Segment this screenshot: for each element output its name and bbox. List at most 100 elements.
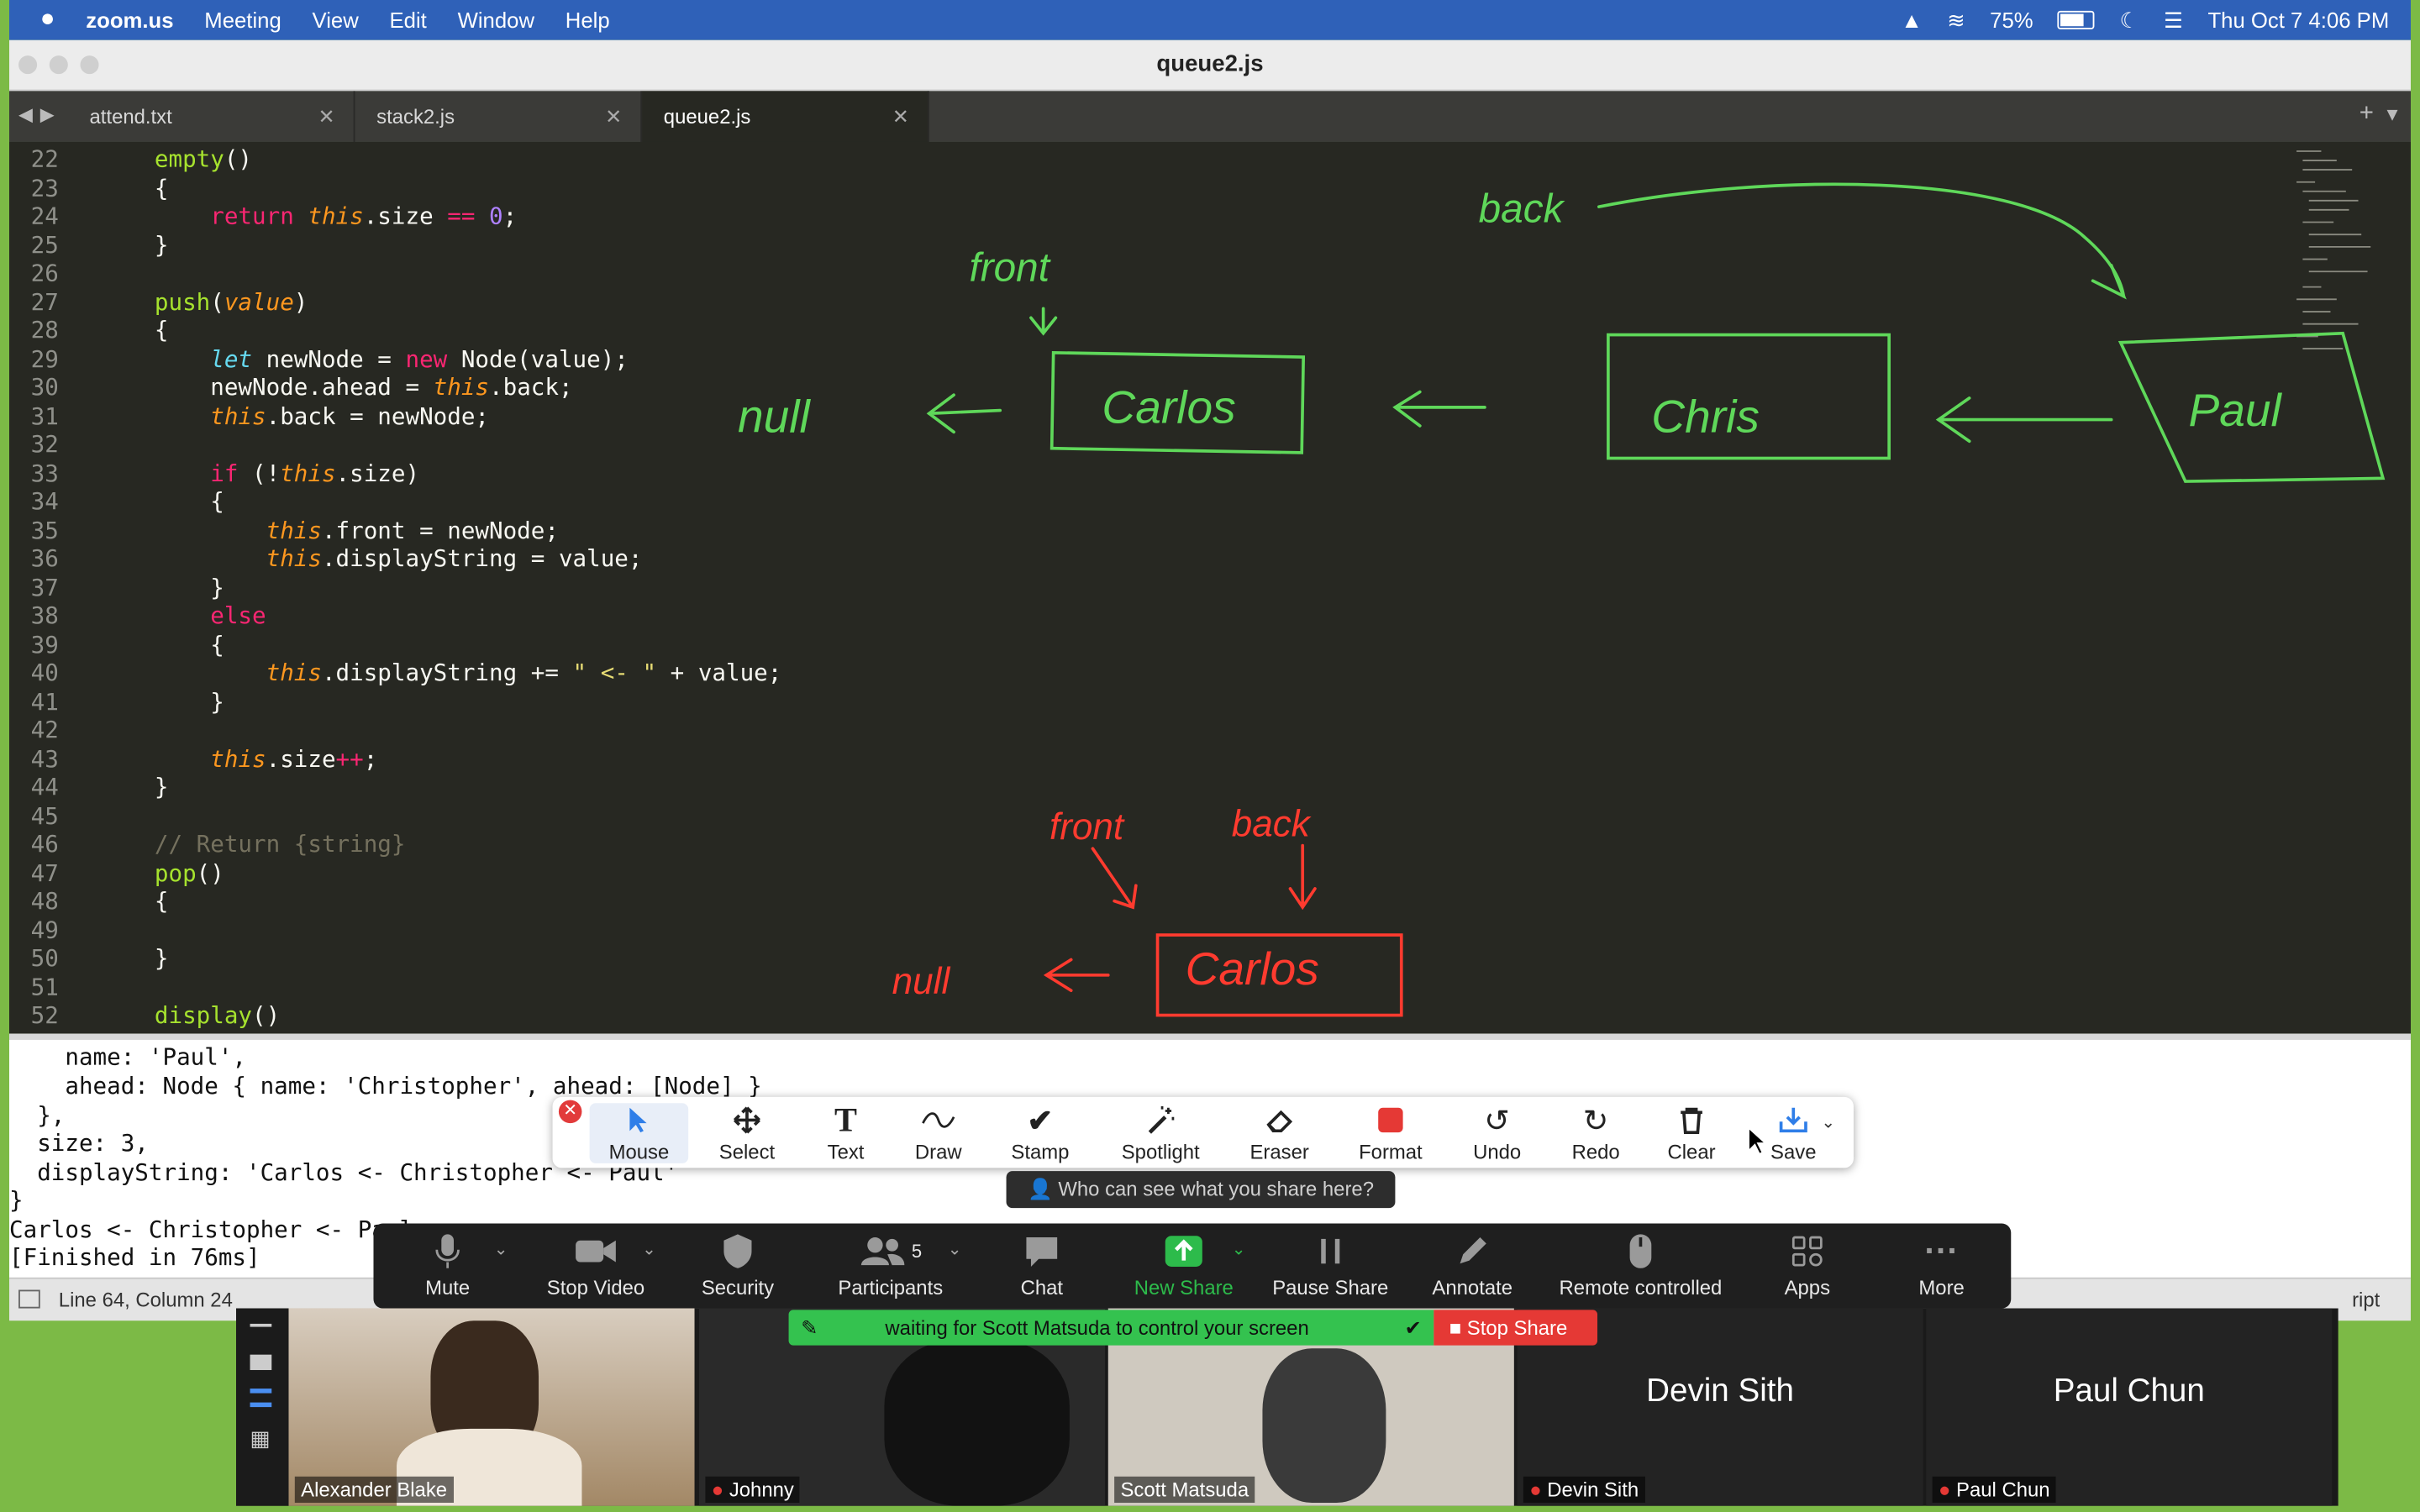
- speaker-view-icon[interactable]: [250, 1354, 272, 1371]
- mouse-cursor-icon: [1748, 1126, 1768, 1156]
- tool-label: Select: [718, 1140, 776, 1163]
- muted-icon: ●: [711, 1478, 724, 1502]
- menu-window[interactable]: Window: [458, 8, 534, 32]
- clear-tool[interactable]: Clear: [1642, 1103, 1741, 1163]
- close-annotation-icon[interactable]: ✕: [558, 1100, 582, 1124]
- select-tool[interactable]: Select: [697, 1103, 797, 1163]
- grid-view-icon[interactable]: ▦: [250, 1425, 271, 1452]
- app-menu[interactable]: zoom.us: [86, 8, 173, 32]
- participants-chevron-icon[interactable]: ⌄: [948, 1239, 962, 1259]
- participant-display-name: Devin Sith: [1646, 1373, 1794, 1409]
- console-line: name: 'Paul',: [9, 1042, 247, 1071]
- video-tile-paul-chun[interactable]: Paul Chun ● Paul Chun: [1926, 1308, 2333, 1506]
- control-center-icon[interactable]: ☰: [2164, 7, 2183, 33]
- button-label: Mute: [425, 1275, 471, 1299]
- battery-percent: 75%: [1990, 8, 2033, 33]
- battery-icon[interactable]: [2058, 10, 2096, 29]
- undo-tool[interactable]: ↺ Undo: [1448, 1103, 1547, 1163]
- video-options-chevron-icon[interactable]: ⌄: [642, 1239, 656, 1259]
- close-tab-icon[interactable]: ✕: [605, 91, 622, 142]
- stamp-tool[interactable]: ✔ Stamp: [991, 1103, 1090, 1163]
- squiggle-icon: [889, 1103, 988, 1137]
- mute-button[interactable]: Mute: [408, 1230, 488, 1299]
- person-silhouette: [1262, 1348, 1386, 1503]
- wifi-icon[interactable]: ≋: [1947, 7, 1965, 33]
- text-icon: T: [834, 1100, 858, 1139]
- new-share-button[interactable]: New Share: [1123, 1230, 1244, 1299]
- label-front-red: front: [1050, 806, 1125, 848]
- share-options-chevron-icon[interactable]: ⌄: [1232, 1239, 1246, 1259]
- minimize-gallery-icon[interactable]: [250, 1323, 272, 1327]
- text-tool[interactable]: T Text: [797, 1100, 896, 1163]
- tab-stack2[interactable]: stack2.js ✕: [355, 91, 643, 142]
- clock[interactable]: Thu Oct 7 4:06 PM: [2207, 8, 2389, 32]
- more-button[interactable]: ··· More: [1902, 1230, 1982, 1299]
- new-tab-icon[interactable]: +: [2360, 100, 2374, 128]
- video-tile-alexander-blake[interactable]: Alexander Blake: [288, 1308, 695, 1506]
- security-button[interactable]: Security: [688, 1230, 787, 1299]
- muted-icon: ●: [1529, 1478, 1542, 1502]
- annotate-button[interactable]: Annotate: [1423, 1230, 1522, 1299]
- label-back: back: [1479, 186, 1565, 231]
- panel-toggle-icon[interactable]: [18, 1289, 40, 1309]
- participants-count: 5: [911, 1240, 923, 1263]
- forward-arrow-icon[interactable]: ▶: [40, 103, 55, 125]
- undo-icon: ↺: [1484, 1104, 1511, 1138]
- stop-share-button[interactable]: ■ Stop Share: [1434, 1310, 1598, 1346]
- pause-share-button[interactable]: Pause Share: [1265, 1230, 1395, 1299]
- front-pointer-arrow: [1029, 307, 1058, 336]
- code-editor[interactable]: 22 empty() 23 {24 return this.size == 0; 2…: [9, 141, 2411, 1034]
- tab-attend[interactable]: attend.txt ✕: [68, 91, 355, 142]
- apps-icon: [1769, 1230, 1846, 1273]
- arrow-to-null-red: [1043, 958, 1110, 993]
- tab-queue2[interactable]: queue2.js ✕: [642, 91, 929, 142]
- pause-icon: [1265, 1230, 1395, 1273]
- moon-icon[interactable]: ☾: [2120, 7, 2139, 33]
- video-camera-icon: [534, 1230, 658, 1273]
- gallery-strip-icon[interactable]: [250, 1389, 272, 1408]
- people-icon: 5: [827, 1230, 954, 1273]
- menu-help[interactable]: Help: [566, 8, 610, 32]
- drive-icon[interactable]: ▲: [1901, 8, 1922, 32]
- remote-controlled-button[interactable]: Remote controlled: [1546, 1230, 1734, 1299]
- arrow-to-null: [926, 393, 1002, 434]
- menu-view[interactable]: View: [313, 8, 359, 32]
- draw-tool[interactable]: Draw: [889, 1103, 988, 1163]
- share-visibility-hint[interactable]: 👤 Who can see what you share here?: [1006, 1171, 1396, 1209]
- participant-name: Alexander Blake: [294, 1476, 454, 1503]
- close-tab-icon[interactable]: ✕: [892, 91, 909, 142]
- button-label: Chat: [1020, 1275, 1064, 1299]
- tool-label: Undo: [1473, 1140, 1522, 1163]
- participants-button[interactable]: 5 Participants: [827, 1230, 954, 1299]
- menu-meeting[interactable]: Meeting: [204, 8, 281, 32]
- back-arrow-red: [1288, 843, 1317, 911]
- shield-icon: [688, 1230, 787, 1273]
- close-tab-icon[interactable]: ✕: [318, 91, 335, 142]
- spotlight-tool[interactable]: Spotlight: [1111, 1103, 1210, 1163]
- apps-button[interactable]: Apps: [1769, 1230, 1846, 1299]
- apple-icon[interactable]: ●: [40, 6, 55, 34]
- back-arrow-icon[interactable]: ◀: [18, 103, 33, 125]
- redo-tool[interactable]: ↻ Redo: [1546, 1103, 1645, 1163]
- button-label: Security: [701, 1275, 775, 1299]
- save-options-chevron-icon[interactable]: ⌄: [1821, 1112, 1835, 1132]
- tab-menu-icon[interactable]: ▼: [2383, 103, 2402, 125]
- menu-edit[interactable]: Edit: [390, 8, 427, 32]
- checkmark-icon: ✔: [1027, 1104, 1054, 1138]
- arrow-chris-carlos: [1392, 390, 1486, 428]
- mouse-tool[interactable]: Mouse: [589, 1103, 689, 1163]
- person-silhouette: [884, 1339, 1070, 1506]
- audio-options-chevron-icon[interactable]: ⌄: [494, 1239, 508, 1259]
- pencil-icon: [1423, 1230, 1522, 1273]
- chat-button[interactable]: Chat: [1000, 1230, 1083, 1299]
- arrow-paul-chris: [1935, 396, 2113, 444]
- format-tool[interactable]: Format: [1341, 1103, 1440, 1163]
- color-swatch-icon: [1341, 1103, 1440, 1137]
- stop-video-button[interactable]: Stop Video: [534, 1230, 658, 1299]
- syntax-indicator[interactable]: ript: [2352, 1289, 2380, 1312]
- share-arrow-icon: [1123, 1230, 1244, 1273]
- eraser-tool[interactable]: Eraser: [1230, 1103, 1329, 1163]
- window-title: queue2.js: [1156, 50, 1264, 77]
- move-icon: [697, 1103, 797, 1137]
- window-titlebar: queue2.js: [9, 39, 2411, 92]
